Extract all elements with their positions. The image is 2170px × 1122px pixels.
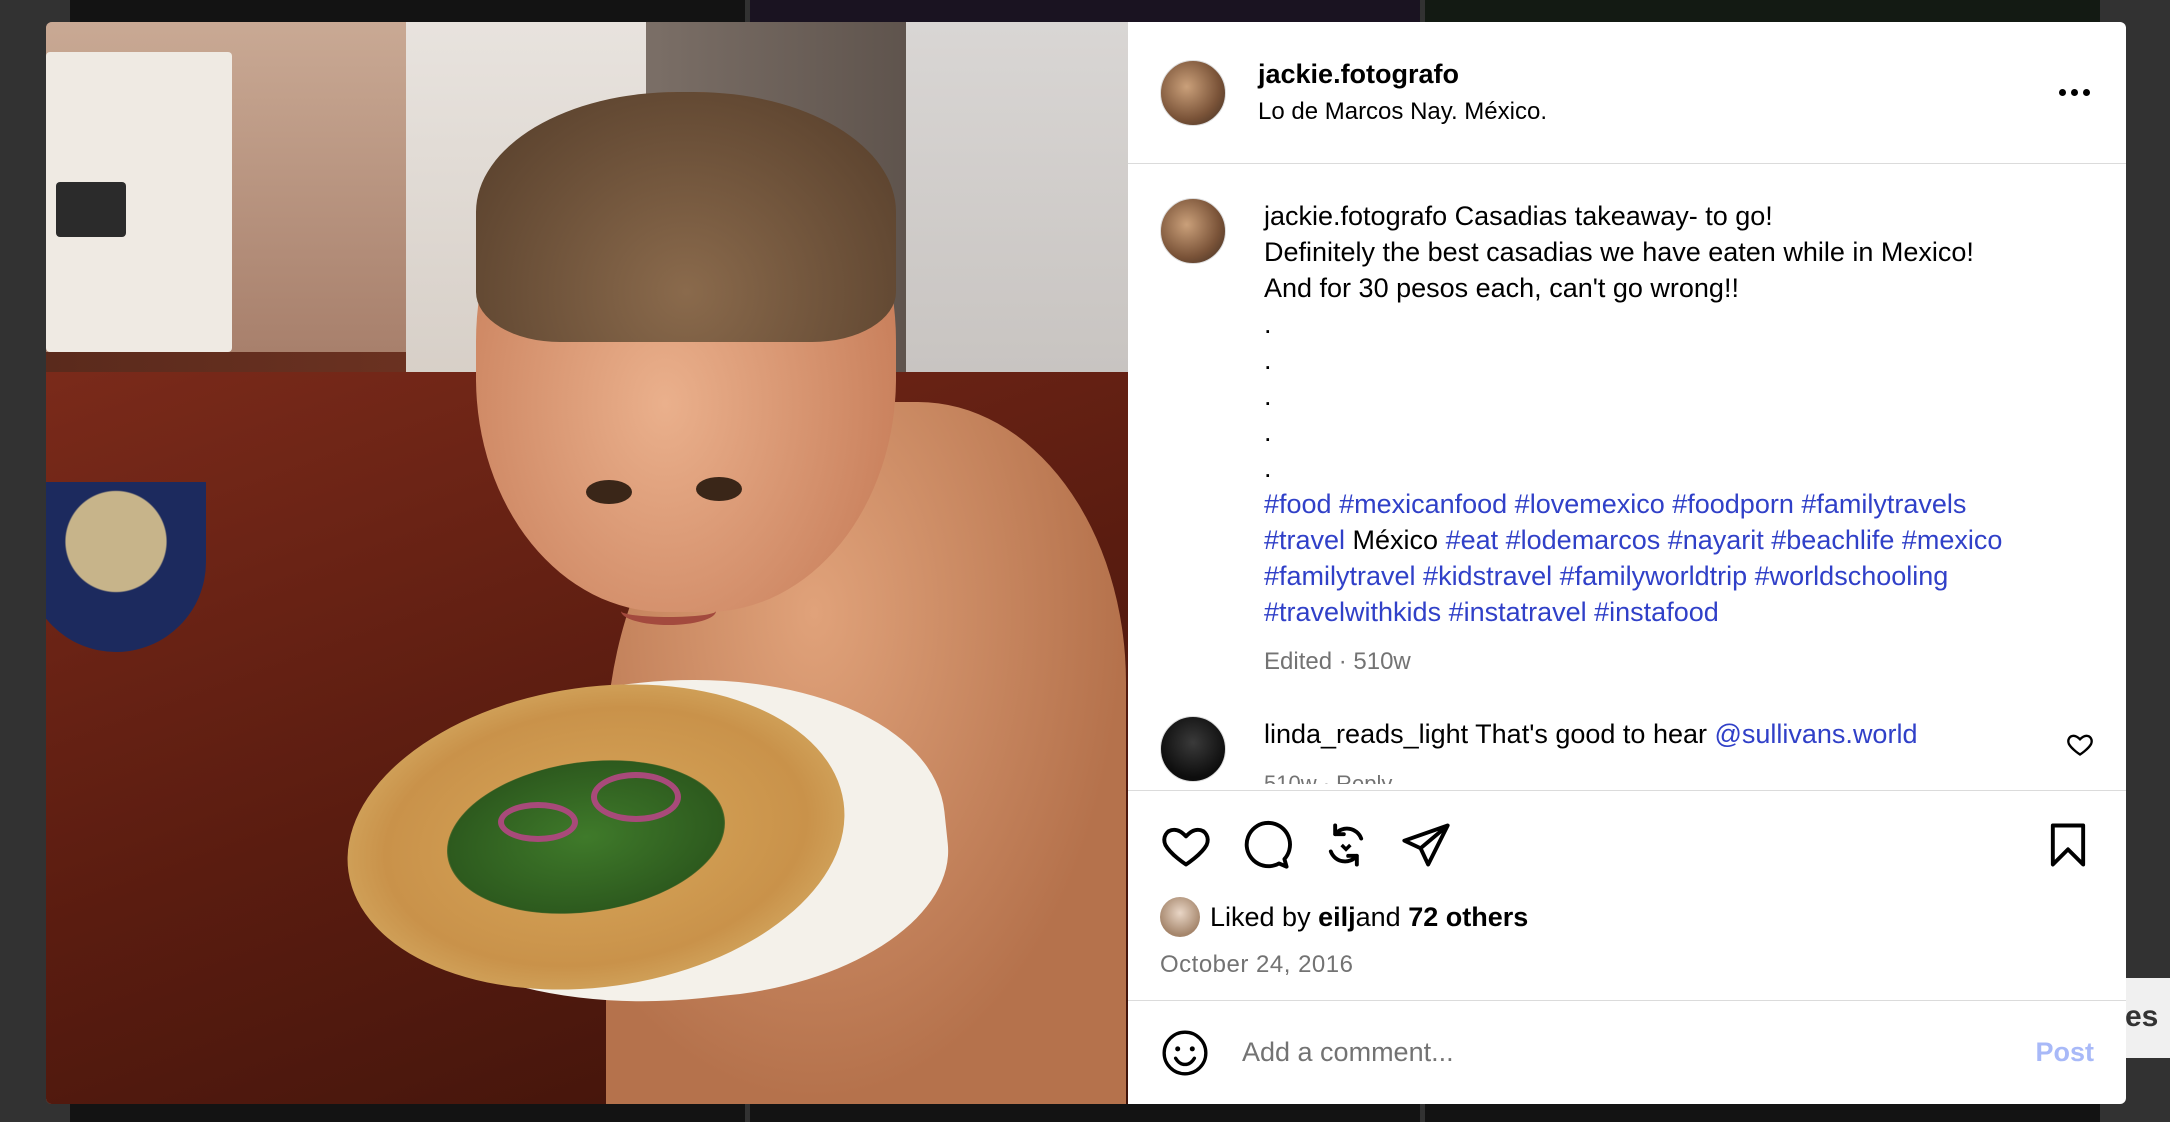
caption-meta: Edited · 510w — [1264, 648, 1411, 675]
hashtag-line[interactable]: #food #mexicanfood #lovemexico #foodporn… — [1264, 486, 2094, 522]
action-icons — [1160, 815, 2094, 875]
photo-stove-door — [56, 182, 126, 237]
hashtag-line[interactable]: #eat #lodemarcos #nayarit #beachlife #me… — [1446, 525, 2003, 555]
bookmark-save-icon[interactable] — [2042, 819, 2094, 871]
repost-icon[interactable] — [1320, 819, 1372, 871]
add-comment-bar: Post — [1128, 1000, 2126, 1104]
comment-text: That's good to hear — [1468, 719, 1715, 749]
share-send-icon[interactable] — [1400, 819, 1452, 871]
comment-input[interactable] — [1242, 1037, 2036, 1068]
author-avatar[interactable] — [1160, 198, 1226, 264]
like-heart-icon[interactable] — [1160, 819, 1212, 871]
caption-dot: . — [1264, 345, 1272, 375]
likes-others-link[interactable]: 72 others — [1408, 902, 1528, 933]
photo-onion — [498, 802, 578, 842]
photo-onion — [591, 772, 681, 822]
caption-dot: . — [1264, 381, 1272, 411]
caption-body: jackie.fotografo Casadias takeaway- to g… — [1264, 198, 2094, 680]
like-comment-heart-icon[interactable] — [2066, 730, 2094, 758]
post-header: jackie.fotografo Lo de Marcos Nay. Méxic… — [1128, 22, 2126, 164]
actions-section: Liked by eilj and 72 others October 24, … — [1128, 790, 2126, 1000]
post-panel: jackie.fotografo Lo de Marcos Nay. Méxic… — [1128, 22, 2126, 1104]
author-info: jackie.fotografo Lo de Marcos Nay. Méxic… — [1258, 59, 2054, 126]
comments-section[interactable]: jackie.fotografo Casadias takeaway- to g… — [1128, 164, 2126, 790]
photo-mouth — [621, 597, 716, 625]
hashtag-line[interactable]: #travel — [1264, 525, 1345, 555]
emoji-picker-icon[interactable] — [1160, 1028, 1210, 1078]
likes-prefix: Liked by — [1210, 901, 1311, 932]
post-comment-button[interactable]: Post — [2035, 1037, 2094, 1068]
caption-text: Definitely the best casadias we have eat… — [1264, 237, 1974, 267]
post-location[interactable]: Lo de Marcos Nay. México. — [1258, 98, 2054, 126]
caption-dot: . — [1264, 453, 1272, 483]
commenter-username[interactable]: linda_reads_light — [1264, 719, 1468, 749]
commenter-avatar[interactable] — [1160, 716, 1226, 782]
comment-item: linda_reads_light That's good to hear @s… — [1160, 716, 2094, 784]
author-avatar[interactable] — [1160, 59, 1226, 126]
caption: jackie.fotografo Casadias takeaway- to g… — [1160, 198, 2094, 680]
caption-username[interactable]: jackie.fotografo — [1264, 201, 1447, 231]
caption-dot: . — [1264, 417, 1272, 447]
post-photo[interactable] — [46, 22, 1128, 1104]
caption-text: México — [1345, 525, 1446, 555]
comment-body: linda_reads_light That's good to hear @s… — [1264, 716, 2066, 784]
hashtag-line[interactable]: #travelwithkids #instatravel #instafood — [1264, 594, 2094, 630]
photo-stove — [46, 52, 232, 352]
photo-eye — [696, 477, 742, 501]
author-username[interactable]: jackie.fotografo — [1258, 59, 2054, 90]
caption-text: Casadias takeaway- to go! — [1454, 201, 1773, 231]
hashtag-line[interactable]: #familytravel #kidstravel #familyworldtr… — [1264, 558, 2094, 594]
post-modal: jackie.fotografo Lo de Marcos Nay. Méxic… — [46, 22, 2126, 1104]
more-options-icon[interactable] — [2054, 73, 2094, 113]
comment-meta[interactable]: 510w · Reply — [1264, 766, 2066, 784]
photo-eye — [586, 480, 632, 504]
comment-mention[interactable]: @sullivans.world — [1714, 719, 1917, 749]
comment-bubble-icon[interactable] — [1240, 819, 1292, 871]
post-date[interactable]: October 24, 2016 — [1160, 951, 2094, 979]
caption-text: And for 30 pesos each, can't go wrong!! — [1264, 273, 1739, 303]
likes-middle: and — [1355, 901, 1401, 932]
caption-dot: . — [1264, 309, 1272, 339]
background-peek-text: es — [2125, 978, 2170, 1058]
photo-hair — [476, 92, 896, 342]
liker-avatar[interactable] — [1160, 897, 1200, 937]
likes-summary: Liked by eilj and 72 others — [1160, 897, 2094, 937]
liker-username[interactable]: eilj — [1318, 902, 1356, 933]
